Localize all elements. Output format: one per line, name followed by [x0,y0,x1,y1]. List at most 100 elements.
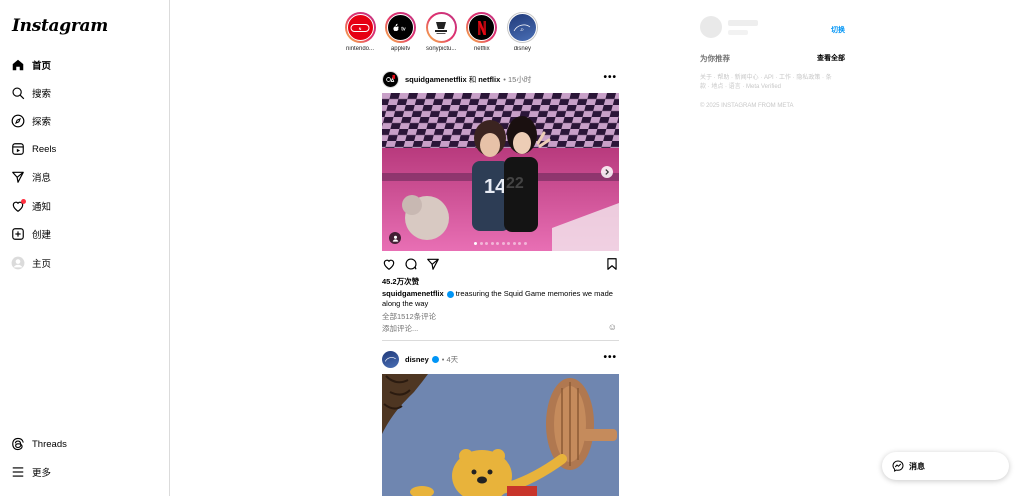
home-icon [10,57,26,73]
suggestions-title: 为你推荐 [700,54,730,63]
nav-label: 探索 [32,117,52,128]
story-username: sonypictu... [426,46,457,52]
footer-links[interactable]: 关于 · 帮助 · 新闻中心 · API · 工作 · 隐私政策 · 条款 · … [700,74,835,92]
post-media[interactable]: 14 22 [382,93,619,251]
story-ring: N [344,12,376,43]
messages-label: 消息 [909,461,925,471]
appletv-logo: tv [387,14,415,41]
stories-tray: N nintendo... tv appletv sonypictu... ne… [340,12,543,52]
current-user-name-blurred [728,20,758,26]
carousel-dot [523,242,527,245]
send-icon [10,169,26,185]
svg-text:N: N [359,26,362,30]
nav-threads[interactable]: Threads [10,432,67,456]
instagram-logo[interactable]: Instagram [12,16,108,36]
story-ring [466,12,498,43]
carousel-dot [507,242,511,245]
post-author[interactable]: squidgamenetflix [405,75,467,84]
svg-text:D: D [520,27,525,32]
nav-label: 创建 [32,230,52,241]
like-count[interactable]: 45.2万次赞 [382,276,419,287]
nav-profile[interactable]: 主页 [10,251,51,275]
notification-dot [21,199,26,204]
copyright: © 2025 INSTAGRAM FROM META [700,103,794,109]
nav-explore[interactable]: 探索 [10,109,51,133]
nav-label: Reels [32,143,57,155]
carousel-dot [496,242,500,245]
add-comment-input[interactable]: 添加评论... ☺ [382,322,619,334]
menu-icon [10,464,26,480]
story-netflix[interactable]: netflix [462,12,502,52]
verified-badge-icon [446,290,454,298]
coauthor-joiner: 和 [468,74,477,84]
bookmark-icon[interactable] [605,257,619,276]
next-arrow-button[interactable] [601,166,613,178]
emoji-icon[interactable]: ☺ [608,322,617,332]
see-all-link[interactable]: 查看全部 [817,53,845,63]
nav-home[interactable]: 首页 [10,53,51,77]
nav-label: Threads [32,438,67,450]
search-icon [10,85,26,101]
like-heart-icon[interactable] [382,257,396,271]
carousel-dot [490,242,494,245]
nav-label: 消息 [32,173,52,184]
post-media[interactable] [382,374,619,496]
post-header: disney • 4天 ••• [382,350,619,368]
profile-avatar-icon [10,255,26,271]
svg-text:14: 14 [484,176,507,198]
post-actions [382,257,619,271]
carousel-dot [501,242,505,245]
story-username: appletv [390,46,411,52]
nav-create[interactable]: 创建 [10,222,51,246]
nintendo-logo: N [346,14,374,41]
post-time: • 15小时 [503,74,532,84]
netflix-logo [468,14,496,41]
post-photo: 14 22 [382,93,619,251]
view-all-comments-link[interactable]: 全部1512条评论 [382,311,436,322]
share-send-icon[interactable] [426,257,440,271]
current-user-subtitle-blurred [728,30,748,35]
more-options-icon[interactable]: ••• [603,72,617,83]
nav-messages[interactable]: 消息 [10,165,51,189]
post-divider [382,340,619,341]
svg-text:22: 22 [506,175,524,192]
nav-more[interactable]: 更多 [10,460,51,484]
add-comment-placeholder: 添加评论... [382,324,419,333]
post-time: • 4天 [441,354,459,364]
current-user-avatar[interactable] [700,16,722,38]
story-appletv[interactable]: tv appletv [381,12,421,52]
post-coauthor[interactable]: netflix [478,75,500,84]
switch-account-link[interactable]: 切换 [831,25,845,35]
nav-label: 首页 [32,61,52,72]
messages-button[interactable]: 消息 [882,452,1009,480]
squidgame-avatar[interactable] [382,70,399,88]
caption-username[interactable]: squidgamenetflix [382,289,444,298]
chevron-right-icon [605,169,610,175]
disney-logo: D [507,13,537,42]
story-disney[interactable]: D disney [502,12,542,52]
nav-label: 通知 [32,202,52,213]
compass-icon [10,113,26,129]
carousel-dot [479,242,483,245]
disney-avatar[interactable] [382,350,399,368]
story-nintendo[interactable]: N nintendo... [340,12,380,52]
nav-label: 搜索 [32,89,52,100]
carousel-dot [512,242,516,245]
story-ring: D [506,12,538,43]
comment-icon[interactable] [404,257,418,271]
nav-search[interactable]: 搜索 [10,81,51,105]
story-username: netflix [473,46,490,52]
reels-icon [10,141,26,157]
post-caption: squidgamenetflix treasuring the Squid Ga… [382,289,619,309]
carousel-dot [518,242,522,245]
post-author[interactable]: disney [405,355,429,364]
story-ring [425,12,457,43]
more-options-icon[interactable]: ••• [603,352,617,363]
nav-reels[interactable]: Reels [10,137,56,161]
heart-icon [10,198,26,214]
messenger-icon [892,460,904,472]
story-username: disney [513,46,532,52]
nav-label: 更多 [32,468,52,479]
nav-notifications[interactable]: 通知 [10,194,51,218]
story-sonypictures[interactable]: sonypictu... [421,12,461,52]
